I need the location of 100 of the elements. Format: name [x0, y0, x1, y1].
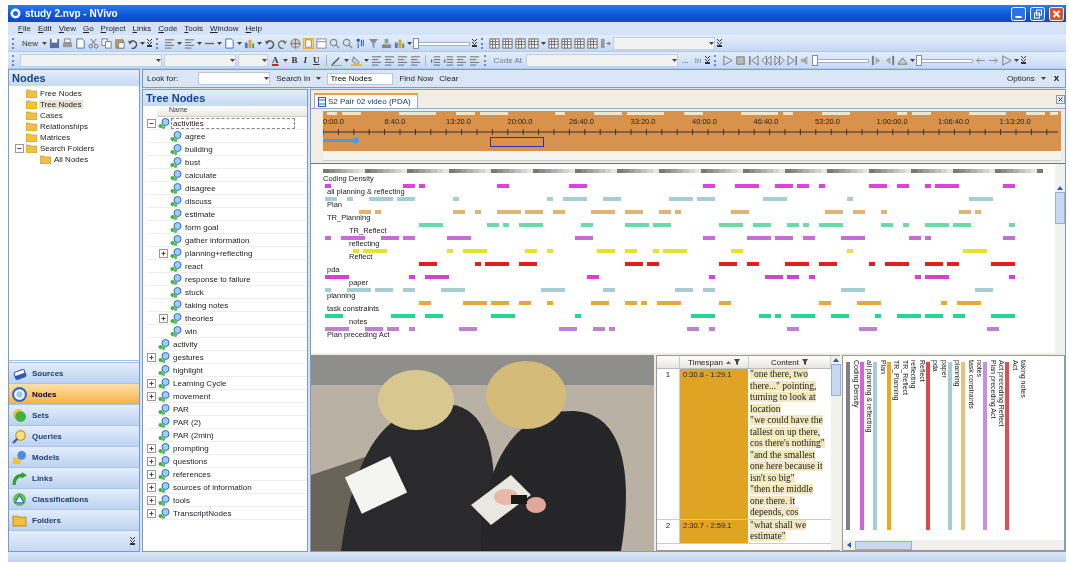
restore-button[interactable]	[1030, 6, 1045, 21]
filter-icon[interactable]	[733, 359, 740, 365]
layout-icon[interactable]	[316, 37, 327, 49]
slider-thumb[interactable]	[916, 55, 923, 66]
scroll-left-icon[interactable]	[847, 542, 851, 548]
grid-icon[interactable]	[561, 37, 572, 49]
tree-item[interactable]: movement	[172, 391, 212, 401]
tree-item[interactable]: questions	[172, 456, 209, 466]
lines-icon[interactable]	[164, 37, 175, 49]
close-button[interactable]	[1049, 6, 1064, 21]
menu-item[interactable]: Code	[158, 24, 178, 33]
menu-item[interactable]: Help	[245, 24, 262, 33]
menu-item[interactable]: Links	[132, 24, 152, 33]
dropdown-field[interactable]	[613, 36, 715, 50]
printer-icon[interactable]	[62, 37, 73, 49]
tree-item[interactable]: react	[184, 261, 204, 271]
tree-item[interactable]: discuss	[184, 196, 213, 206]
browse-button[interactable]: ...	[680, 55, 691, 65]
search-in-button[interactable]: Search In	[276, 74, 311, 83]
tree-item[interactable]: stuck	[184, 287, 205, 297]
sort-icon[interactable]	[725, 360, 731, 364]
redo-icon[interactable]	[277, 37, 288, 49]
tree-item[interactable]: agree	[184, 131, 207, 141]
new-button[interactable]: New	[20, 38, 40, 48]
tree-item[interactable]: prompting	[172, 443, 210, 453]
scrollbar[interactable]	[843, 540, 1064, 550]
caret-icon[interactable]	[910, 58, 916, 62]
caret-icon[interactable]	[257, 41, 262, 45]
chevron-icon[interactable]	[472, 39, 477, 47]
view-window-frame[interactable]	[490, 137, 544, 147]
page-icon[interactable]	[75, 37, 86, 49]
scroll-thumb[interactable]	[1055, 192, 1065, 224]
filter-icon[interactable]	[802, 359, 808, 365]
caret-icon[interactable]	[316, 77, 322, 80]
tree-item[interactable]: Tree Nodes	[39, 100, 83, 109]
tree-item[interactable]: disagree	[184, 183, 217, 193]
lines-icon[interactable]	[370, 54, 382, 66]
play-icon[interactable]	[722, 54, 734, 66]
skip-back-icon[interactable]	[748, 54, 760, 66]
tree-item[interactable]: sources of information	[172, 482, 253, 492]
caret-icon[interactable]	[197, 41, 202, 45]
tree-item[interactable]: response to failure	[184, 274, 252, 284]
lines-icon[interactable]	[383, 54, 395, 66]
tree-item[interactable]: planning+reflecting	[184, 248, 254, 258]
dropdown-field[interactable]	[238, 53, 268, 67]
globe-icon[interactable]	[290, 37, 301, 49]
minimize-button[interactable]	[1011, 6, 1026, 21]
nav-button[interactable]: Sources	[9, 363, 139, 384]
caret-icon[interactable]	[177, 41, 182, 45]
nav-button[interactable]: Models	[9, 447, 139, 468]
undo-icon[interactable]	[264, 37, 275, 49]
tree-item[interactable]: PAR (2)	[172, 417, 202, 427]
indent-icon[interactable]	[442, 54, 454, 66]
sort-icon[interactable]	[355, 37, 366, 49]
slider[interactable]	[813, 55, 870, 65]
menu-item[interactable]: Project	[100, 24, 126, 33]
dropdown-field[interactable]	[20, 53, 162, 67]
slider[interactable]	[414, 38, 470, 48]
search-scope-field[interactable]: Tree Nodes	[327, 72, 394, 85]
nav-button[interactable]: Sets	[9, 405, 139, 426]
scroll-up-icon[interactable]	[1057, 186, 1063, 190]
lines-icon[interactable]	[455, 54, 467, 66]
tree-item[interactable]: Matrices	[39, 133, 72, 142]
chevron-icon[interactable]	[705, 56, 711, 64]
nav-button[interactable]: Folders	[9, 510, 139, 531]
skip-forward-icon[interactable]	[787, 54, 799, 66]
scroll-up-icon[interactable]	[833, 358, 839, 362]
tree-item[interactable]: activity	[172, 339, 199, 349]
tree-item[interactable]: All Nodes	[53, 155, 90, 164]
tree-item[interactable]: tools	[172, 495, 191, 505]
grid-icon[interactable]	[587, 37, 598, 49]
scrollbar[interactable]	[1055, 164, 1065, 353]
nav-button[interactable]: Classifications	[9, 489, 139, 510]
lines-icon[interactable]	[409, 54, 421, 66]
tree-item[interactable]: Free Nodes	[39, 89, 83, 98]
grid-icon[interactable]	[502, 37, 513, 49]
expand-toggle[interactable]	[147, 469, 156, 479]
underline-button[interactable]: U	[311, 55, 322, 65]
expand-toggle[interactable]	[159, 248, 168, 258]
tree-item[interactable]: gestures	[172, 352, 205, 362]
tree-item[interactable]: theories	[184, 313, 215, 323]
column-header[interactable]: Content	[771, 357, 799, 367]
scroll-thumb[interactable]	[831, 364, 841, 396]
save-icon[interactable]	[49, 37, 60, 49]
search-icon[interactable]	[342, 37, 353, 49]
slider[interactable]	[917, 55, 974, 65]
dropdown-field[interactable]	[164, 53, 236, 67]
bar-chart-icon[interactable]	[394, 37, 405, 49]
tree-item[interactable]: taking notes	[184, 300, 230, 310]
undo-icon[interactable]	[127, 37, 138, 49]
stop-icon[interactable]	[735, 54, 747, 66]
lines-icon[interactable]	[184, 37, 195, 49]
find-now-button[interactable]: Find Now	[399, 74, 434, 83]
bar-chart-icon[interactable]	[244, 37, 255, 49]
tree-item[interactable]: building	[184, 144, 214, 154]
tree-item[interactable]: activities	[172, 118, 294, 128]
italic-button[interactable]: I	[301, 55, 310, 65]
expand-toggle[interactable]	[147, 495, 156, 505]
indent-icon[interactable]	[429, 54, 441, 66]
expand-toggle[interactable]	[147, 391, 156, 401]
